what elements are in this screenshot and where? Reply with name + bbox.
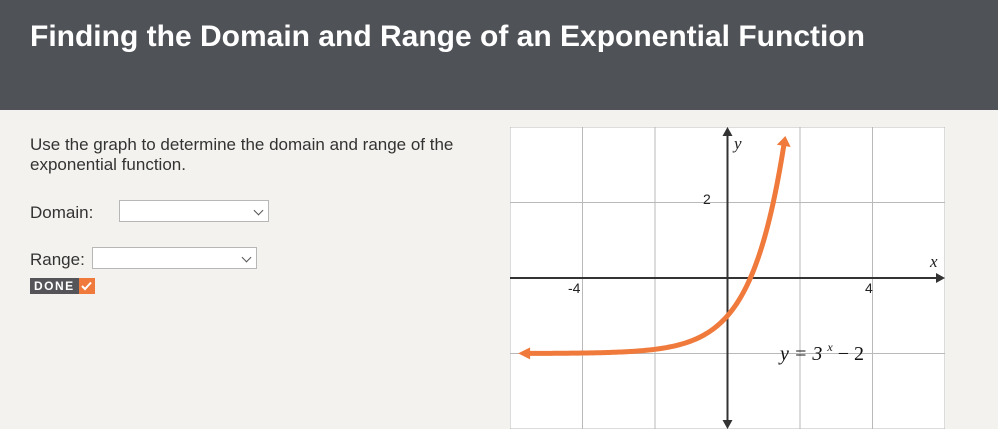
done-button[interactable]: DONE <box>30 278 95 294</box>
range-label: Range: <box>30 250 85 269</box>
x-axis-label: x <box>929 252 938 271</box>
check-icon <box>78 278 95 294</box>
chevron-down-icon <box>253 205 264 216</box>
tick-label-x-neg4: -4 <box>568 280 581 296</box>
done-label: DONE <box>30 278 79 294</box>
question-panel: Use the graph to determine the domain an… <box>0 110 998 429</box>
question-prompt: Use the graph to determine the domain an… <box>30 135 454 174</box>
domain-label: Domain: <box>30 203 94 222</box>
title-bar: Finding the Domain and Range of an Expon… <box>0 0 998 110</box>
page-title: Finding the Domain and Range of an Expon… <box>30 20 865 53</box>
domain-dropdown[interactable] <box>119 200 269 222</box>
y-axis-label: y <box>732 134 742 153</box>
tick-label-y-2: 2 <box>703 191 711 207</box>
function-graph: x y -4 4 2 y = 3 x − 2 <box>510 127 945 429</box>
range-dropdown[interactable] <box>92 247 257 269</box>
chevron-down-icon <box>241 252 252 263</box>
equation-prefix: y = 3 <box>778 343 822 365</box>
equation-suffix: − 2 <box>838 343 864 365</box>
tick-label-x-4: 4 <box>865 280 873 296</box>
equation-exponent: x <box>826 340 833 354</box>
